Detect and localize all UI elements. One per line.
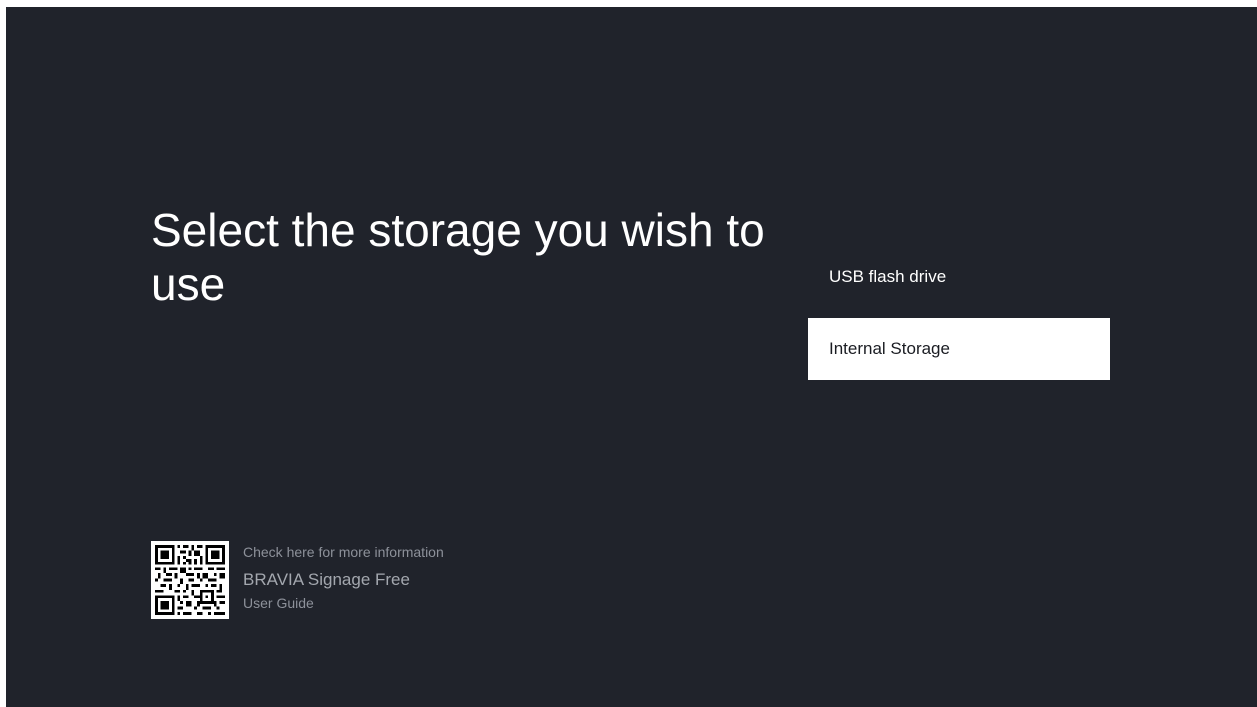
option-usb-flash-drive[interactable]: USB flash drive xyxy=(808,246,1110,308)
help-guide-label: User Guide xyxy=(243,595,314,611)
storage-selection-screen: Select the storage you wish to use USB f… xyxy=(6,7,1257,707)
help-caption: Check here for more information xyxy=(243,544,444,560)
option-internal-storage-label: Internal Storage xyxy=(829,339,950,358)
qr-code-graphic xyxy=(155,545,225,615)
qr-code-icon[interactable] xyxy=(151,541,229,619)
help-product-name: BRAVIA Signage Free xyxy=(243,570,410,589)
option-internal-storage[interactable]: Internal Storage xyxy=(808,318,1110,380)
page-title: Select the storage you wish to use xyxy=(151,204,765,310)
option-usb-flash-drive-label: USB flash drive xyxy=(829,267,947,286)
